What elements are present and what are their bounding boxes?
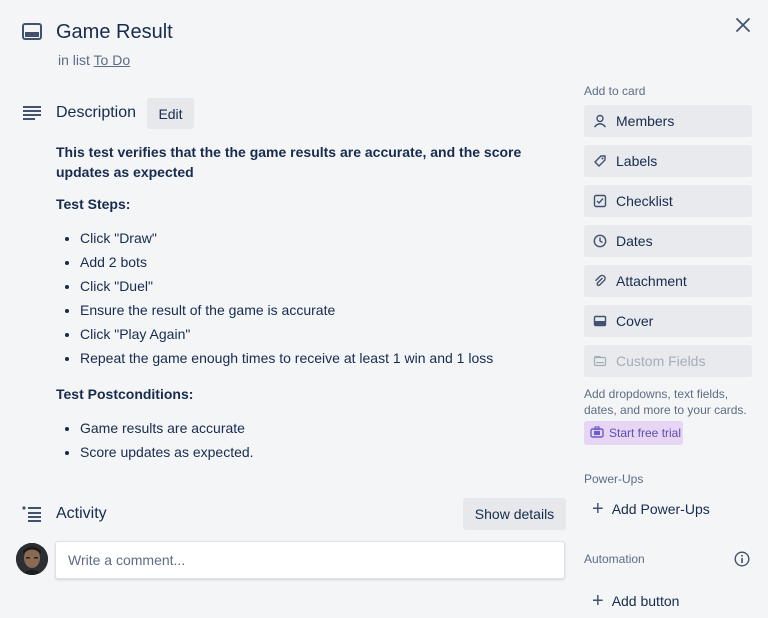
plus-icon: + (592, 498, 604, 520)
checkbox-icon (592, 193, 608, 209)
list-item: Game results are accurate (80, 416, 571, 440)
list-item: Click "Play Again" (80, 322, 571, 346)
info-icon[interactable] (734, 551, 750, 567)
add-button-button[interactable]: + Add button (584, 585, 752, 617)
list-item: Score updates as expected. (80, 440, 571, 464)
tag-icon (592, 153, 608, 169)
close-icon[interactable] (732, 14, 754, 36)
briefcase-icon (590, 425, 604, 441)
list-link[interactable]: To Do (94, 52, 131, 68)
person-icon (592, 113, 608, 129)
description-icon (21, 104, 43, 122)
add-power-ups-label: Add Power-Ups (611, 501, 710, 517)
test-steps-heading: Test Steps: (56, 196, 131, 212)
description-heading: Description (56, 104, 137, 121)
labels-button[interactable]: Labels (584, 145, 752, 177)
card-title[interactable]: Game Result (56, 21, 173, 44)
test-steps-list: Click "Draw" Add 2 bots Click "Duel" Ens… (56, 226, 571, 370)
custom-fields-note: Add dropdowns, text fields, dates, and m… (584, 387, 747, 417)
list-item: Ensure the result of the game is accurat… (80, 298, 571, 322)
paperclip-icon (592, 273, 608, 289)
add-to-card-label: Add to card (584, 84, 646, 98)
postconditions-list: Game results are accurate Score updates … (56, 416, 571, 464)
add-power-ups-button[interactable]: + Add Power-Ups (584, 493, 752, 525)
automation-label: Automation (584, 552, 645, 566)
start-free-trial-label: Start free trial (609, 426, 682, 440)
members-button[interactable]: Members (584, 105, 752, 137)
dates-button[interactable]: Dates (584, 225, 752, 257)
list-item: Click "Draw" (80, 226, 571, 250)
edit-description-button[interactable]: Edit (147, 98, 194, 129)
checklist-button[interactable]: Checklist (584, 185, 752, 217)
postconditions-heading: Test Postconditions: (56, 386, 194, 402)
clock-icon (592, 233, 608, 249)
members-label: Members (616, 113, 675, 129)
cover-label: Cover (616, 313, 654, 329)
comment-input[interactable] (55, 541, 565, 579)
power-ups-label: Power-Ups (584, 472, 644, 486)
list-item: Click "Duel" (80, 274, 571, 298)
cover-icon (592, 313, 608, 329)
attachment-button[interactable]: Attachment (584, 265, 752, 297)
dates-label: Dates (616, 233, 653, 249)
activity-heading: Activity (56, 505, 107, 522)
in-list-prefix: in list (58, 52, 90, 68)
in-list-text: in list To Do (58, 52, 130, 68)
custom-fields-label: Custom Fields (616, 353, 706, 369)
attachment-label: Attachment (616, 273, 687, 289)
list-item: Repeat the game enough times to receive … (80, 346, 571, 370)
description-body[interactable]: This test verifies that the the game res… (56, 142, 571, 464)
description-intro: This test verifies that the the game res… (56, 144, 522, 180)
show-details-button[interactable]: Show details (463, 498, 566, 530)
add-button-label: Add button (611, 593, 680, 609)
card-icon (21, 22, 43, 42)
avatar[interactable] (16, 543, 48, 575)
start-free-trial-button[interactable]: Start free trial (584, 421, 683, 445)
labels-label: Labels (616, 153, 658, 169)
checklist-label: Checklist (616, 193, 673, 209)
list-item: Add 2 bots (80, 250, 571, 274)
custom-fields-button[interactable]: Custom Fields (584, 345, 752, 377)
activity-icon (21, 505, 43, 523)
cover-button[interactable]: Cover (584, 305, 752, 337)
custom-fields-icon (592, 353, 608, 369)
plus-icon: + (592, 590, 604, 612)
